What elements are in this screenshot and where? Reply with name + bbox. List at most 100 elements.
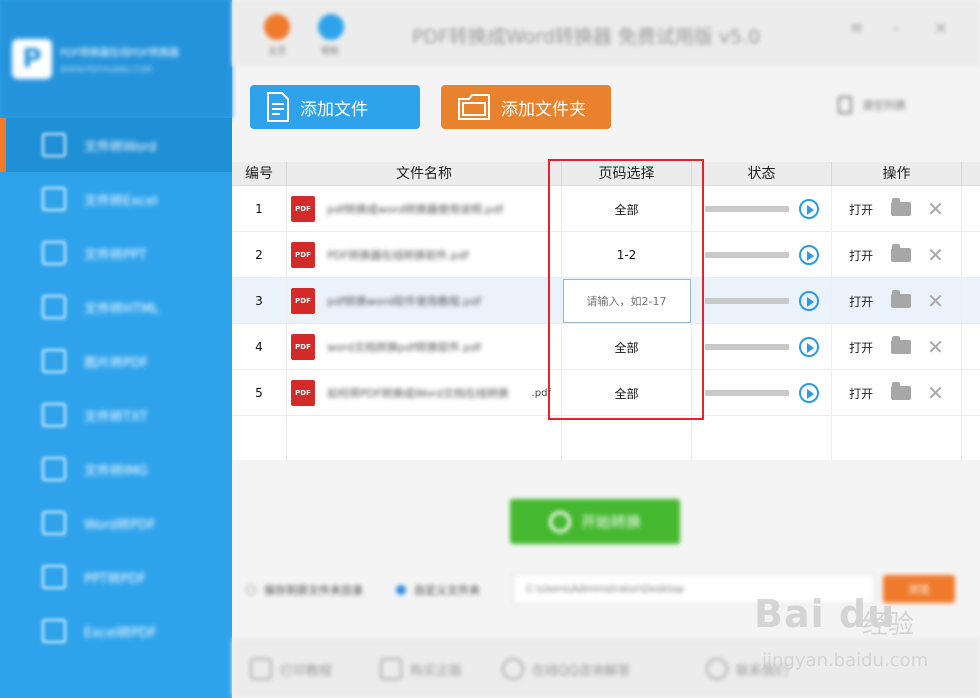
close-button[interactable]: ×	[934, 18, 947, 37]
open-folder-icon[interactable]	[891, 290, 912, 308]
file-name: pdf转换word软件使用教程.pdf	[327, 295, 482, 308]
sidebar-item-label: 文件转PPT	[84, 247, 147, 263]
file-name: word文档转换pdf转换软件.pdf	[327, 341, 482, 354]
option-original-folder[interactable]: 保存到原文件夹目录	[246, 582, 363, 598]
sidebar-item-label: Excel转PDF	[84, 625, 157, 641]
progress-bar	[704, 252, 789, 258]
remove-icon[interactable]: ✕	[927, 199, 944, 219]
row-number: 1	[255, 202, 263, 216]
option-original-label: 保存到原文件夹目录	[264, 584, 363, 597]
excel-pdf-icon	[42, 619, 66, 643]
bottom-item-qq[interactable]: 在线QQ咨询解答	[502, 658, 630, 680]
sidebar-item-label: Word转PDF	[84, 517, 156, 533]
pdf-icon: PDF	[291, 196, 315, 222]
ppt-icon	[42, 241, 66, 265]
sidebar-item[interactable]: PPT转PDF	[0, 550, 232, 604]
sidebar-item[interactable]: Excel转PDF	[0, 604, 232, 658]
open-folder-icon[interactable]	[891, 382, 912, 400]
sidebar-item[interactable]: 图片转PDF	[0, 334, 232, 388]
sidebar-item-label: 文件转IMG	[84, 463, 149, 479]
home-icon[interactable]	[264, 14, 290, 40]
radio-original[interactable]	[246, 585, 256, 595]
progress-bar	[704, 206, 789, 212]
sidebar-item[interactable]: Word转PDF	[0, 496, 232, 550]
html-icon	[42, 295, 66, 319]
open-button[interactable]: 打开	[849, 339, 873, 356]
help-icon[interactable]	[318, 14, 344, 40]
word-pdf-icon	[42, 511, 66, 535]
excel-icon	[42, 187, 66, 211]
header-filename: 文件名称	[287, 162, 562, 186]
trash-icon	[838, 96, 852, 114]
open-folder-icon[interactable]	[891, 244, 912, 262]
row-number: 3	[255, 294, 263, 308]
home-button-label[interactable]: 主页	[268, 44, 286, 57]
bottom-item-tutorial[interactable]: 打印教程	[250, 658, 332, 680]
open-folder-icon[interactable]	[891, 336, 912, 354]
sidebar-item-label: 文件转Excel	[84, 193, 158, 209]
open-button[interactable]: 打开	[849, 247, 873, 264]
sidebar: P PDF转换器在线PDF转换器 WWW.PDFHUANG.COM 文件转Wor…	[0, 0, 232, 698]
play-icon[interactable]	[798, 291, 819, 311]
help-button-label[interactable]: 帮助	[321, 44, 339, 57]
sidebar-item[interactable]: 文件转Word	[0, 118, 232, 172]
start-convert-button[interactable]: 开始转换	[510, 499, 680, 544]
empty-row	[232, 416, 980, 460]
row-number: 2	[255, 248, 263, 262]
sidebar-item[interactable]: 文件转IMG	[0, 442, 232, 496]
bottom-item-buy[interactable]: 购买正版	[380, 658, 462, 680]
remove-icon[interactable]: ✕	[927, 337, 944, 357]
pdf-icon: PDF	[291, 288, 315, 314]
progress-bar	[704, 344, 789, 350]
remove-icon[interactable]: ✕	[927, 383, 944, 403]
qq-icon	[502, 658, 524, 680]
add-file-button[interactable]: 添加文件	[250, 85, 420, 129]
sidebar-item[interactable]: 文件转PPT	[0, 226, 232, 280]
play-icon[interactable]	[798, 383, 819, 403]
add-folder-label: 添加文件夹	[501, 99, 586, 120]
play-icon[interactable]	[798, 245, 819, 265]
open-folder-icon[interactable]	[891, 198, 912, 216]
header-status: 状态	[692, 162, 832, 186]
bottom-item-label: 购买正版	[410, 663, 463, 679]
title-bar: 主页 帮助 PDF转换成Word转换器 免费试用版 v5.0 ≡ – ×	[232, 0, 980, 66]
remove-icon[interactable]: ✕	[927, 291, 944, 311]
minimize-button[interactable]: –	[892, 18, 900, 37]
sidebar-item-label: PPT转PDF	[84, 571, 146, 587]
bottom-item-label: 在线QQ咨询解答	[532, 663, 631, 679]
row-number: 5	[255, 386, 263, 400]
baidu-watermark: Bai du 经验 jingyan.baidu.com	[750, 592, 980, 682]
folder-icon	[458, 94, 490, 120]
play-icon[interactable]	[798, 337, 819, 357]
radio-custom[interactable]	[396, 585, 406, 595]
play-icon[interactable]	[798, 199, 819, 219]
app-logo-icon: P	[12, 39, 52, 79]
watermark-url: jingyan.baidu.com	[762, 650, 929, 671]
option-custom-folder[interactable]: 自定义文件夹	[396, 582, 480, 598]
file-name: PDF转换器在线转换软件.pdf	[327, 249, 469, 262]
add-folder-button[interactable]: 添加文件夹	[441, 85, 611, 129]
open-button[interactable]: 打开	[849, 385, 873, 402]
progress-bar	[704, 298, 789, 304]
open-button[interactable]: 打开	[849, 201, 873, 218]
sidebar-item[interactable]: 文件转HTML	[0, 280, 232, 334]
cart-icon	[380, 658, 402, 680]
contact-icon	[706, 658, 728, 680]
brand-subtitle: WWW.PDFHUANG.COM	[60, 65, 152, 74]
clear-list-button[interactable]: 清空列表	[838, 96, 906, 114]
image-icon	[42, 349, 66, 373]
brand: P PDF转换器在线PDF转换器 WWW.PDFHUANG.COM	[0, 0, 232, 118]
tutorial-icon	[250, 658, 272, 680]
remove-icon[interactable]: ✕	[927, 245, 944, 265]
bottom-item-label: 打印教程	[280, 663, 333, 679]
menu-button[interactable]: ≡	[850, 18, 863, 37]
clear-list-label: 清空列表	[862, 99, 906, 112]
window-title: PDF转换成Word转换器 免费试用版 v5.0	[412, 26, 761, 48]
open-button[interactable]: 打开	[849, 293, 873, 310]
sidebar-item[interactable]: 文件转Excel	[0, 172, 232, 226]
file-name: 如何将PDF转换成Word文档在线转换	[327, 387, 509, 400]
ppt-pdf-icon	[42, 565, 66, 589]
header-actions: 操作	[832, 162, 962, 186]
sidebar-item[interactable]: 文件转TXT	[0, 388, 232, 442]
sidebar-item-label: 图片转PDF	[84, 355, 149, 371]
